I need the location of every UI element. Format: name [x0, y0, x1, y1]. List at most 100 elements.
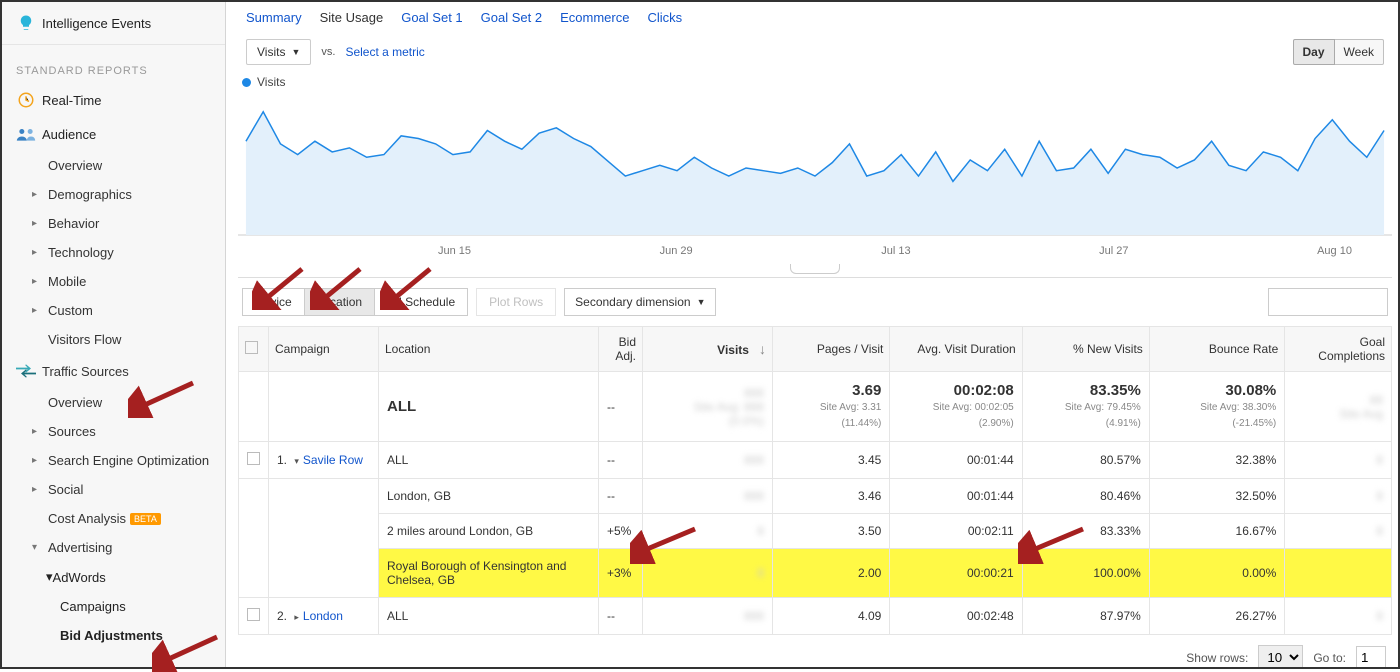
tab-ecommerce[interactable]: Ecommerce: [560, 10, 629, 25]
granularity-week[interactable]: Week: [1335, 39, 1384, 65]
sidebar-item-mobile[interactable]: ▸Mobile: [2, 267, 225, 296]
chevron-right-icon: ▸: [32, 426, 42, 437]
table-footer: Show rows: 10 Go to:: [238, 635, 1392, 667]
chevron-down-icon: ▼: [291, 47, 300, 57]
secondary-dimension-dropdown[interactable]: Secondary dimension ▼: [564, 288, 716, 316]
summary-row-all: ALL -- 888Site Avg: 888(0.0%) 3.69Site A…: [239, 372, 1392, 442]
tab-site-usage[interactable]: Site Usage: [320, 10, 384, 25]
sidebar-item-ts-overview[interactable]: Overview: [2, 388, 225, 417]
pill-ad-schedule[interactable]: Ad Schedule: [375, 288, 468, 316]
sidebar-item-demographics[interactable]: ▸Demographics: [2, 180, 225, 209]
sidebar: Intelligence Events STANDARD REPORTS Rea…: [2, 2, 226, 667]
chevron-right-icon: ▸: [32, 455, 42, 466]
divider: [2, 44, 225, 45]
goto-input[interactable]: [1356, 646, 1386, 667]
col-bounce[interactable]: Bounce Rate: [1149, 327, 1284, 372]
primary-metric-dropdown[interactable]: Visits ▼: [246, 39, 311, 65]
col-avg-duration[interactable]: Avg. Visit Duration: [890, 327, 1022, 372]
sidebar-item-seo[interactable]: ▸Search Engine Optimization: [2, 446, 225, 475]
sidebar-label: Intelligence Events: [42, 16, 151, 31]
sidebar-item-behavior[interactable]: ▸Behavior: [2, 209, 225, 238]
col-location[interactable]: Location: [379, 327, 599, 372]
granularity-day[interactable]: Day: [1293, 39, 1335, 65]
data-table: Campaign Location Bid Adj. Visits ↓ Page…: [238, 326, 1392, 635]
vs-label: vs.: [321, 46, 335, 58]
sidebar-item-audience[interactable]: Audience: [2, 117, 225, 151]
chart-area: Visits Jun 15 Jun 29 Jul 13 Jul 27 Aug 1…: [238, 69, 1392, 278]
table-row-highlighted: Royal Borough of Kensington and Chelsea,…: [239, 549, 1392, 598]
chevron-right-icon: ▸: [32, 247, 42, 258]
sidebar-label: Audience: [42, 127, 96, 142]
metric-selector-row: Visits ▼ vs. Select a metric Day Week: [238, 35, 1392, 69]
sidebar-item-advertising[interactable]: ▾Advertising: [2, 533, 225, 562]
sidebar-item-custom[interactable]: ▸Custom: [2, 296, 225, 325]
tab-summary[interactable]: Summary: [246, 10, 302, 25]
sidebar-item-technology[interactable]: ▸Technology: [2, 238, 225, 267]
col-pct-new[interactable]: % New Visits: [1022, 327, 1149, 372]
blurred-value: 888Site Avg: 888(0.0%): [694, 386, 765, 428]
sidebar-item-adwords[interactable]: ▾AdWords: [2, 562, 225, 592]
col-campaign[interactable]: Campaign: [269, 327, 379, 372]
show-rows-select[interactable]: 10: [1258, 645, 1303, 667]
clock-icon: [16, 90, 36, 110]
people-icon: [16, 124, 36, 144]
col-goal[interactable]: Goal Completions: [1285, 327, 1392, 372]
campaign-link[interactable]: London: [303, 609, 343, 623]
pill-device[interactable]: Device: [242, 288, 305, 316]
visits-line-chart[interactable]: [238, 93, 1392, 243]
main-content: Summary Site Usage Goal Set 1 Goal Set 2…: [226, 2, 1398, 667]
tab-goal-set-2[interactable]: Goal Set 2: [481, 10, 542, 25]
granularity-toggle: Day Week: [1293, 39, 1384, 65]
legend-dot-icon: [242, 78, 251, 87]
row-checkbox[interactable]: [247, 452, 260, 465]
chart-expand-handle[interactable]: [790, 264, 840, 274]
sidebar-item-cost-analysis[interactable]: Cost AnalysisBETA: [2, 504, 225, 533]
table-search-input[interactable]: [1268, 288, 1388, 316]
sidebar-item-campaigns[interactable]: Campaigns: [2, 592, 225, 621]
tab-clicks[interactable]: Clicks: [647, 10, 682, 25]
select-all-checkbox[interactable]: [245, 341, 258, 354]
sidebar-item-visitors-flow[interactable]: Visitors Flow: [2, 325, 225, 354]
chevron-down-icon: ▾: [32, 542, 42, 553]
chevron-right-icon: ▸: [32, 218, 42, 229]
select-second-metric-link[interactable]: Select a metric: [345, 45, 424, 59]
table-row: 2. ▸London ALL -- 888 4.09 00:02:48 87.9…: [239, 598, 1392, 635]
tab-goal-set-1[interactable]: Goal Set 1: [401, 10, 462, 25]
table-row: 1. ▾Savile Row ALL -- 888 3.45 00:01:44 …: [239, 442, 1392, 479]
traffic-sources-icon: [16, 361, 36, 381]
chevron-right-icon: ▸: [32, 305, 42, 316]
dimension-pills: Device Location Ad Schedule: [242, 288, 468, 316]
chevron-right-icon: ▸: [32, 189, 42, 200]
collapse-icon[interactable]: ▾: [294, 456, 299, 466]
table-row: 2 miles around London, GB +5% 8 3.50 00:…: [239, 514, 1392, 549]
sidebar-item-real-time[interactable]: Real-Time: [2, 83, 225, 117]
campaign-link[interactable]: Savile Row: [303, 453, 363, 467]
sidebar-label: Traffic Sources: [42, 364, 129, 379]
lightbulb-icon: [16, 13, 36, 33]
table-head: Campaign Location Bid Adj. Visits ↓ Page…: [239, 327, 1392, 372]
chart-legend: Visits: [238, 75, 1392, 93]
pill-location[interactable]: Location: [305, 288, 375, 316]
blurred-value: 88Site Avg: [1339, 393, 1383, 421]
sidebar-header-standard-reports: STANDARD REPORTS: [2, 49, 225, 83]
chevron-right-icon: ▸: [32, 276, 42, 287]
col-pages-visit[interactable]: Pages / Visit: [773, 327, 890, 372]
sidebar-item-sources[interactable]: ▸Sources: [2, 417, 225, 446]
sidebar-item-traffic-sources[interactable]: Traffic Sources: [2, 354, 225, 388]
dimension-row: Device Location Ad Schedule Plot Rows Se…: [238, 278, 1392, 326]
row-checkbox[interactable]: [247, 608, 260, 621]
col-visits[interactable]: Visits ↓: [643, 327, 773, 372]
chevron-down-icon: ▼: [697, 297, 706, 307]
top-tabs: Summary Site Usage Goal Set 1 Goal Set 2…: [238, 6, 1392, 35]
sidebar-item-intelligence-events[interactable]: Intelligence Events: [2, 6, 225, 40]
sidebar-item-audience-overview[interactable]: Overview: [2, 151, 225, 180]
sidebar-item-social[interactable]: ▸Social: [2, 475, 225, 504]
sidebar-label: Real-Time: [42, 93, 101, 108]
table-row: London, GB -- 888 3.46 00:01:44 80.46% 3…: [239, 479, 1392, 514]
sort-down-icon: ↓: [759, 341, 766, 357]
beta-badge: BETA: [130, 513, 161, 525]
sidebar-item-bid-adjustments[interactable]: Bid Adjustments: [2, 621, 225, 650]
expand-icon[interactable]: ▸: [294, 612, 299, 622]
plot-rows-button: Plot Rows: [476, 288, 556, 316]
col-bid-adj[interactable]: Bid Adj.: [599, 327, 643, 372]
